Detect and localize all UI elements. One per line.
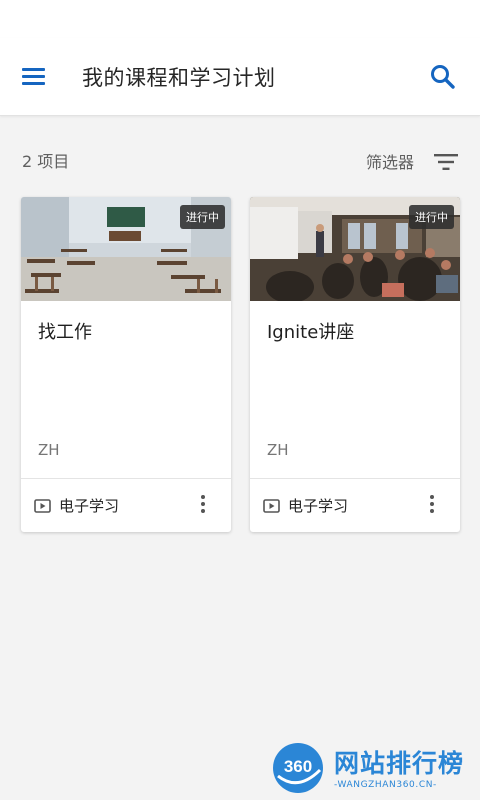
search-icon[interactable]: [428, 62, 458, 92]
page-title: 我的课程和学习计划: [82, 66, 276, 90]
course-title: 找工作: [38, 322, 92, 343]
video-play-icon: [263, 498, 280, 513]
dot: [201, 509, 205, 513]
filter-button[interactable]: 筛选器: [366, 148, 462, 176]
status-bar: [0, 0, 480, 38]
dot: [430, 509, 434, 513]
item-count: 2 项目: [22, 152, 70, 171]
watermark-name: 网站排行榜: [334, 749, 465, 778]
app-bar: 我的课程和学习计划: [0, 38, 480, 116]
lecture-thumbnail: 进行中: [250, 197, 460, 301]
status-badge: 进行中: [180, 205, 225, 229]
dot: [430, 502, 434, 506]
divider: [21, 478, 231, 479]
watermark-url: -WANGZHAN360.CN-: [334, 780, 437, 790]
watermark-logo: 360 网站排行榜 -WANGZHAN360.CN-: [268, 738, 478, 798]
course-type-label: 电子学习: [288, 497, 349, 515]
watermark-360-icon: 360: [273, 743, 323, 793]
menu-line: [22, 68, 45, 71]
menu-line: [22, 82, 45, 85]
dot: [430, 495, 434, 499]
course-type-label: 电子学习: [59, 497, 120, 515]
more-options-icon[interactable]: [420, 489, 444, 517]
dot: [201, 502, 205, 506]
menu-line: [22, 75, 45, 78]
video-play-icon: [34, 498, 51, 513]
course-language-code: ZH: [267, 441, 289, 459]
classroom-thumbnail: 进行中: [21, 197, 231, 301]
filter-label: 筛选器: [366, 153, 415, 172]
status-badge: 进行中: [409, 205, 454, 229]
course-title: Ignite讲座: [267, 322, 355, 343]
svg-text:360: 360: [284, 757, 312, 776]
course-card[interactable]: 进行中 找工作 ZH 电子学习: [21, 197, 231, 532]
filter-icon: [434, 154, 458, 170]
dot: [201, 495, 205, 499]
divider: [250, 478, 460, 479]
course-card[interactable]: 进行中 Ignite讲座 ZH 电子学习: [250, 197, 460, 532]
more-options-icon[interactable]: [191, 489, 215, 517]
course-language-code: ZH: [38, 441, 60, 459]
hamburger-menu-icon[interactable]: [18, 60, 50, 92]
